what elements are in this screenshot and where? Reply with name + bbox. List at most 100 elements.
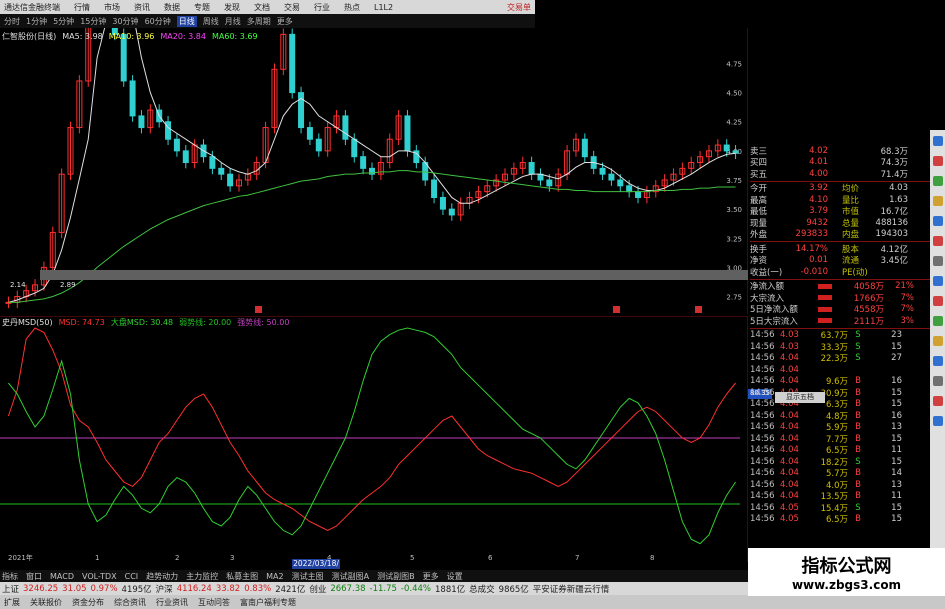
toolbar-icon-2[interactable] bbox=[932, 156, 943, 166]
tick-side: S bbox=[855, 341, 861, 352]
tick-price: 4.04 bbox=[780, 491, 799, 502]
trade-order-button[interactable]: 交易单 bbox=[507, 2, 535, 13]
indicator-tab-6[interactable]: 主力监控 bbox=[186, 571, 218, 582]
indicator-tab-13[interactable]: 设置 bbox=[447, 571, 463, 582]
tick-time: 14:56 bbox=[750, 410, 775, 421]
tick-time: 14:56 bbox=[750, 376, 775, 387]
candle-body bbox=[342, 115, 349, 140]
period-tab-6[interactable]: 日线 bbox=[176, 15, 197, 27]
menu-item-topic[interactable]: 专题 bbox=[194, 2, 210, 13]
toolbar-icon-8[interactable] bbox=[932, 276, 943, 286]
index-amount: 2421亿 bbox=[275, 584, 306, 595]
indicator-tab-0[interactable]: 指标 bbox=[2, 571, 18, 582]
flow-row: 净流入额 4058万 21% bbox=[750, 281, 930, 292]
x-axis-label: 8 bbox=[650, 554, 654, 562]
toolbar-icon-3[interactable] bbox=[932, 176, 943, 186]
msd-indicator-chart[interactable]: 100.0090.0080.0070.0060.0050.0040.0030.0… bbox=[0, 316, 748, 562]
period-tab-0[interactable]: 分时 bbox=[4, 16, 20, 27]
event-marker[interactable] bbox=[613, 306, 620, 313]
period-tab-10[interactable]: 更多 bbox=[277, 16, 293, 27]
indicator-tab-7[interactable]: 私募主图 bbox=[226, 571, 258, 582]
indicator-tab-2[interactable]: MACD bbox=[50, 572, 74, 581]
bottom-menu-item-6[interactable]: 富南户福利专题 bbox=[240, 597, 296, 608]
tick-count: 16 bbox=[891, 410, 902, 421]
flow-row: 5日净流入额 4558万 7% bbox=[750, 304, 930, 315]
toolbar-icon-9[interactable] bbox=[932, 296, 943, 306]
indicator-tab-8[interactable]: MA2 bbox=[266, 572, 283, 581]
event-marker[interactable] bbox=[255, 306, 262, 313]
menu-item-trade[interactable]: 交易 bbox=[284, 2, 300, 13]
flow-row: 5日大宗流入 2111万 3% bbox=[750, 315, 930, 327]
period-tab-8[interactable]: 月线 bbox=[225, 16, 241, 27]
period-tab-2[interactable]: 5分钟 bbox=[53, 16, 74, 27]
menu-item-discover[interactable]: 发现 bbox=[224, 2, 240, 13]
show-five-levels-button[interactable]: 显示五档 bbox=[775, 392, 825, 403]
menu-item-market[interactable]: 市场 bbox=[104, 2, 120, 13]
tick-count: 13 bbox=[891, 479, 902, 490]
indicator-tab-11[interactable]: 测试副图B bbox=[377, 571, 415, 582]
menu-item-data[interactable]: 数据 bbox=[164, 2, 180, 13]
tick-row: 14:56 4.04 4.8万 B 16 bbox=[750, 410, 930, 422]
quote-value: 0.01 bbox=[809, 255, 828, 266]
quote-key: 卖三 bbox=[750, 146, 768, 157]
index-name[interactable]: 创业 bbox=[309, 583, 326, 595]
ma5-label: MA5: 3.98 bbox=[62, 31, 103, 41]
period-tab-5[interactable]: 60分钟 bbox=[145, 16, 171, 27]
indicator-tab-1[interactable]: 窗口 bbox=[26, 571, 42, 582]
toolbar-icon-12[interactable] bbox=[932, 356, 943, 366]
period-tab-3[interactable]: 15分钟 bbox=[80, 16, 106, 27]
toolbar-icon-15[interactable] bbox=[932, 416, 943, 426]
bottom-menu-item-1[interactable]: 关联报价 bbox=[30, 597, 62, 608]
indicator-tab-10[interactable]: 测试副图A bbox=[332, 571, 369, 582]
period-tab-1[interactable]: 1分钟 bbox=[26, 16, 47, 27]
indicator-tab-9[interactable]: 测试主图 bbox=[292, 571, 324, 582]
index-name[interactable]: 沪深 bbox=[156, 583, 173, 595]
period-tab-7[interactable]: 周线 bbox=[203, 16, 219, 27]
menu-item-quote[interactable]: 行情 bbox=[74, 2, 90, 13]
tick-price: 4.04 bbox=[780, 479, 799, 490]
tick-volume: 4.0万 bbox=[825, 480, 848, 491]
toolbar-icon-4[interactable] bbox=[932, 196, 943, 206]
toolbar-icon-6[interactable] bbox=[932, 236, 943, 246]
indicator-tab-4[interactable]: CCI bbox=[125, 572, 139, 581]
ma60-label: MA60: 3.69 bbox=[211, 31, 258, 41]
index-name[interactable]: 上证 bbox=[2, 583, 19, 595]
bottom-menu-item-2[interactable]: 资金分布 bbox=[72, 597, 104, 608]
tick-side: B bbox=[855, 433, 861, 444]
menu-item-hot[interactable]: 热点 bbox=[344, 2, 360, 13]
tick-volume: 6.5万 bbox=[825, 515, 848, 526]
candle-body bbox=[173, 138, 180, 152]
indicator-name[interactable]: 史丹MSD(50) bbox=[2, 317, 53, 328]
flow-bar bbox=[818, 318, 832, 324]
toolbar-icon-7[interactable] bbox=[932, 256, 943, 266]
tick-count: 11 bbox=[891, 491, 902, 502]
indicator-tab-3[interactable]: VOL-TDX bbox=[82, 572, 117, 581]
quote-key-2: 市值 bbox=[842, 207, 860, 218]
menu-item-docs[interactable]: 文档 bbox=[254, 2, 270, 13]
bottom-menu-item-4[interactable]: 行业资讯 bbox=[156, 597, 188, 608]
event-marker[interactable] bbox=[695, 306, 702, 313]
indicator-tab-12[interactable]: 更多 bbox=[423, 571, 439, 582]
menu-item-l1l2[interactable]: L1L2 bbox=[374, 3, 393, 12]
candle-body bbox=[138, 115, 145, 129]
period-tab-9[interactable]: 多周期 bbox=[247, 16, 271, 27]
candle-body bbox=[617, 179, 624, 187]
tick-time: 14:56 bbox=[750, 456, 775, 467]
tick-volume: 6.5万 bbox=[825, 446, 848, 457]
toolbar-icon-14[interactable] bbox=[932, 396, 943, 406]
menu-item-news[interactable]: 资讯 bbox=[134, 2, 150, 13]
candlestick-chart[interactable]: 4.754.504.254.003.753.503.253.002.756.24… bbox=[0, 28, 748, 314]
menu-item-industry[interactable]: 行业 bbox=[314, 2, 330, 13]
tick-time: 14:56 bbox=[750, 479, 775, 490]
toolbar-icon-11[interactable] bbox=[932, 336, 943, 346]
toolbar-icon-1[interactable] bbox=[932, 136, 943, 146]
period-tab-4[interactable]: 30分钟 bbox=[112, 16, 138, 27]
toolbar-icon-5[interactable] bbox=[932, 216, 943, 226]
toolbar-icon-13[interactable] bbox=[932, 376, 943, 386]
bottom-menu-item-5[interactable]: 互动问答 bbox=[198, 597, 230, 608]
bottom-menu-item-3[interactable]: 综合资讯 bbox=[114, 597, 146, 608]
broker-name: 平安证券新疆云行情 bbox=[532, 584, 610, 595]
bottom-menu-item-0[interactable]: 扩展 bbox=[4, 597, 20, 608]
toolbar-icon-10[interactable] bbox=[932, 316, 943, 326]
indicator-tab-5[interactable]: 趋势动力 bbox=[146, 571, 178, 582]
